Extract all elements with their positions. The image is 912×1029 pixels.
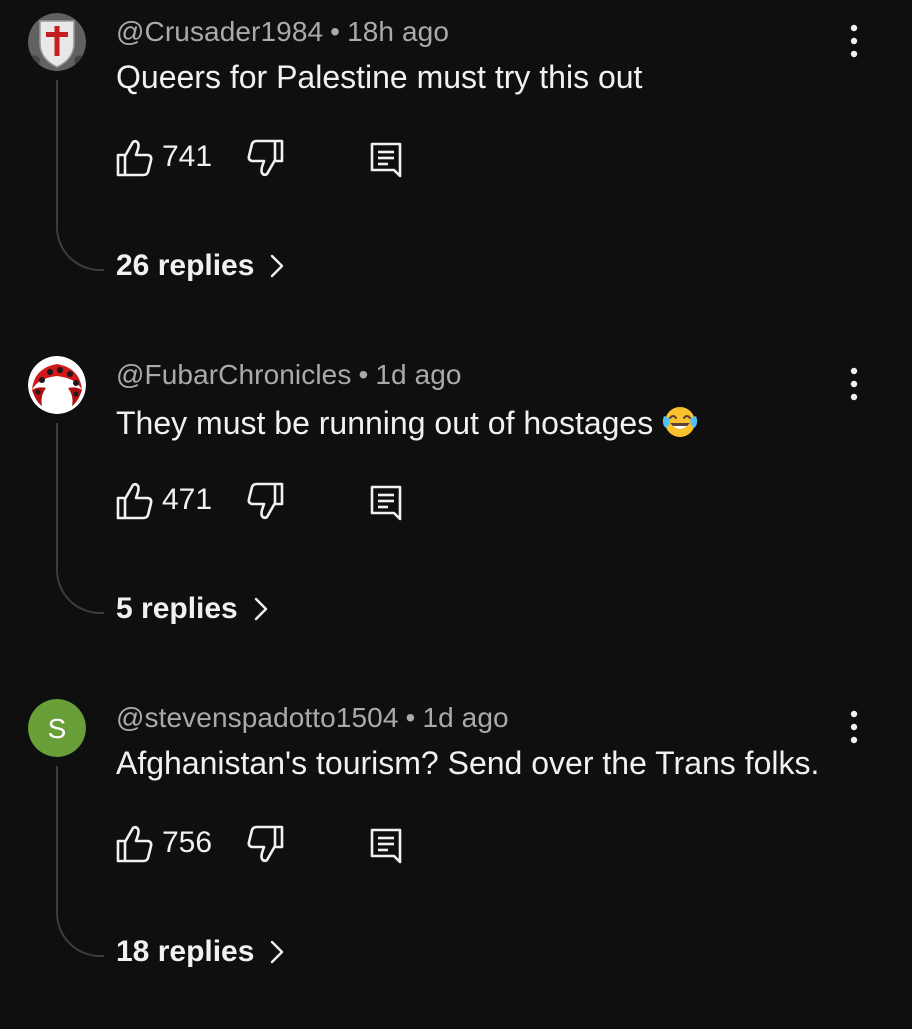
avatar[interactable]: S (28, 699, 86, 757)
view-replies-button[interactable]: 26 replies (116, 249, 288, 283)
comment-actions: 741 (112, 130, 432, 184)
more-options-button[interactable] (836, 708, 872, 748)
timestamp: 1d ago (422, 702, 509, 733)
dislike-button[interactable] (244, 479, 288, 523)
comment-thread: @Crusader1984 • 18h ago Queers for Palesti… (0, 0, 912, 343)
face-with-tears-of-joy-icon (663, 407, 698, 437)
letter-avatar-icon: S (28, 699, 86, 757)
comment-icon (370, 142, 402, 178)
comment-icon (370, 828, 402, 864)
reply-button[interactable] (364, 479, 408, 523)
like-count: 741 (162, 140, 213, 173)
dislike-button[interactable] (244, 822, 288, 866)
separator-dot: • (330, 16, 341, 47)
thumb-down-icon (247, 825, 284, 863)
avatar[interactable] (28, 356, 86, 414)
thumb-down-icon (247, 139, 284, 177)
timestamp: 18h ago (347, 16, 449, 47)
more-vert-icon (850, 24, 858, 58)
view-replies-button[interactable]: 18 replies (116, 935, 288, 969)
comment-actions: 471 (112, 473, 432, 527)
chevron-right-icon (271, 940, 284, 964)
comment-thread: @FubarChronicles • 1d ago They must be run… (0, 343, 912, 686)
crusader-shield-icon (28, 13, 86, 71)
author-handle[interactable]: @Crusader1984 (116, 16, 323, 47)
thumb-up-icon (116, 482, 153, 520)
more-vert-icon (850, 367, 858, 401)
chevron-right-icon (271, 254, 284, 278)
comment-body: Afghanistan's tourism? Send over the Tra… (116, 745, 820, 781)
thread-line (56, 80, 104, 271)
comment-text: Queers for Palestine must try this out (116, 59, 642, 96)
reply-button[interactable] (364, 136, 408, 180)
thread-line (56, 766, 104, 957)
separator-dot: • (405, 702, 416, 733)
more-options-button[interactable] (836, 22, 872, 62)
more-options-button[interactable] (836, 365, 872, 405)
author-handle[interactable]: @FubarChronicles (116, 359, 351, 390)
comment-body: They must be running out of hostages (116, 405, 654, 441)
comment-meta: @Crusader1984 • 18h ago (116, 16, 449, 48)
timestamp: 1d ago (375, 359, 462, 390)
comment-meta: @stevenspadotto1504 • 1d ago (116, 702, 509, 734)
reply-button[interactable] (364, 822, 408, 866)
comment-actions: 756 (112, 816, 432, 870)
comment-body: Queers for Palestine must try this out (116, 59, 643, 95)
replies-count: 5 replies (116, 592, 238, 625)
separator-dot: • (358, 359, 369, 390)
like-button[interactable] (112, 822, 156, 866)
view-replies-button[interactable]: 5 replies (116, 592, 272, 626)
thumb-down-icon (247, 482, 284, 520)
comment-icon (370, 485, 402, 521)
like-button[interactable] (112, 479, 156, 523)
comment-text: Afghanistan's tourism? Send over the Tra… (116, 745, 819, 782)
red-pattern-avatar-icon (28, 356, 86, 414)
like-button[interactable] (112, 136, 156, 180)
more-vert-icon (850, 710, 858, 744)
like-count: 471 (162, 483, 213, 516)
avatar-letter: S (48, 713, 67, 744)
thread-line (56, 423, 104, 614)
replies-count: 18 replies (116, 935, 255, 968)
dislike-button[interactable] (244, 136, 288, 180)
thumb-up-icon (116, 825, 153, 863)
chevron-right-icon (254, 597, 267, 621)
thumb-up-icon (116, 139, 153, 177)
like-count: 756 (162, 826, 213, 859)
comment-meta: @FubarChronicles • 1d ago (116, 359, 462, 391)
comment-text: They must be running out of hostages (116, 402, 699, 442)
replies-count: 26 replies (116, 249, 255, 282)
author-handle[interactable]: @stevenspadotto1504 (116, 702, 399, 733)
comment-thread: S @stevenspadotto1504 • 1d ago Afghanistan… (0, 686, 912, 1029)
avatar[interactable] (28, 13, 86, 71)
